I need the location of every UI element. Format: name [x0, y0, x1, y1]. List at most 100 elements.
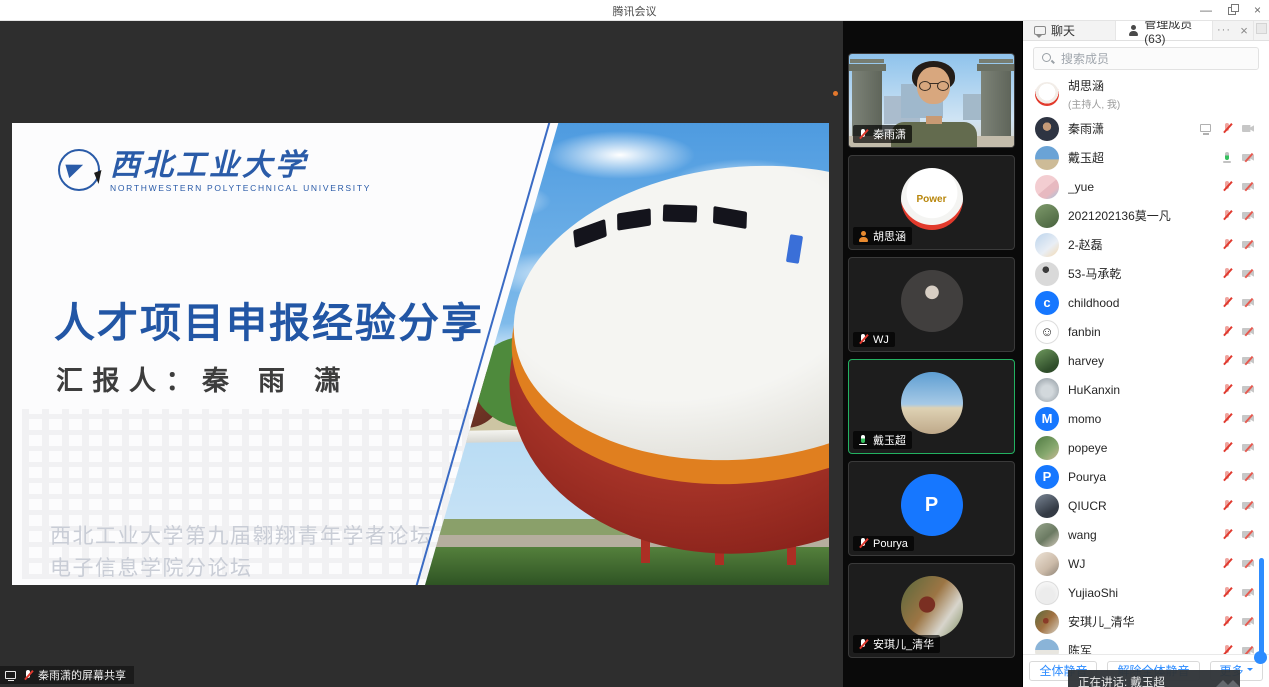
mic-on-icon[interactable] [1220, 151, 1234, 164]
member-status-icons [1220, 586, 1255, 599]
cam-off-icon[interactable] [1241, 499, 1255, 512]
participant-label: 胡思涵 [853, 227, 912, 245]
mic-off-icon[interactable] [1220, 441, 1234, 454]
member-search-box[interactable] [1033, 47, 1259, 70]
member-row[interactable]: 胡思涵 (主持人, 我) [1023, 74, 1269, 114]
member-row[interactable]: harvey [1023, 346, 1269, 375]
mic-off-icon[interactable] [1220, 528, 1234, 541]
mic-off-icon [856, 333, 870, 346]
mic-off-icon[interactable] [1220, 412, 1234, 425]
mic-off-icon [856, 537, 870, 550]
mic-off-icon[interactable] [1220, 180, 1234, 193]
participant-avatar [901, 576, 963, 638]
member-row[interactable]: WJ [1023, 549, 1269, 578]
avatar [1035, 581, 1059, 605]
member-row[interactable]: P Pourya [1023, 462, 1269, 491]
mic-off-icon[interactable] [1220, 499, 1234, 512]
cam-off-icon[interactable] [1241, 180, 1255, 193]
close-window-button[interactable]: × [1254, 0, 1261, 20]
tab-members[interactable]: 管理成员(63) [1116, 20, 1213, 40]
cam-off-icon[interactable] [1241, 209, 1255, 222]
mic-off-icon [856, 638, 870, 651]
member-row[interactable]: popeye [1023, 433, 1269, 462]
panel-close-button[interactable]: × [1235, 20, 1253, 40]
mic-off-icon[interactable] [1220, 209, 1234, 222]
tab-chat[interactable]: 聊天 [1023, 20, 1116, 40]
member-list-scrollbar-handle[interactable] [1254, 651, 1267, 664]
mic-off-icon[interactable] [1220, 354, 1234, 367]
member-list-scrollbar[interactable] [1259, 558, 1264, 658]
member-row[interactable]: 陈军 [1023, 636, 1269, 654]
avatar: M [1035, 407, 1059, 431]
cam-off-icon[interactable] [1241, 615, 1255, 628]
cam-off-icon[interactable] [1241, 557, 1255, 570]
avatar [1035, 117, 1059, 141]
member-row[interactable]: M momo [1023, 404, 1269, 433]
member-row[interactable]: 秦雨潇 [1023, 114, 1269, 143]
mic-off-icon[interactable] [1220, 383, 1234, 396]
member-status-icons [1220, 180, 1255, 193]
scroll-corner-icon[interactable] [1256, 23, 1267, 34]
mic-off-icon[interactable] [1220, 615, 1234, 628]
mic-off-icon[interactable] [1220, 325, 1234, 338]
cam-off-icon[interactable] [1241, 586, 1255, 599]
member-row[interactable]: QIUCR [1023, 491, 1269, 520]
member-row[interactable]: HuKanxin [1023, 375, 1269, 404]
search-input[interactable] [1059, 51, 1251, 67]
screen-icon[interactable] [1199, 122, 1213, 135]
slide-footer: 西北工业大学第九届翱翔青年学者论坛 电子信息学院分论坛 [50, 521, 433, 585]
cam-off-icon[interactable] [1241, 528, 1255, 541]
cam-off-icon[interactable] [1241, 644, 1255, 654]
mic-off-icon[interactable] [1220, 557, 1234, 570]
speaking-toast: 正在讲话: 戴玉超 [1068, 670, 1240, 687]
mic-off-icon[interactable] [1220, 122, 1234, 135]
cam-off-icon[interactable] [1241, 238, 1255, 251]
chat-icon [1033, 24, 1047, 37]
participant-avatar: P [901, 474, 963, 536]
mic-off-icon[interactable] [1220, 238, 1234, 251]
cam-off-icon[interactable] [1241, 412, 1255, 425]
mic-off-icon[interactable] [1220, 586, 1234, 599]
minimize-button[interactable]: — [1200, 0, 1212, 20]
member-name: _yue [1068, 180, 1220, 194]
member-name: 胡思涵 [1068, 77, 1255, 94]
video-tile[interactable]: WJ [848, 257, 1015, 352]
member-row[interactable]: 53-马承乾 [1023, 259, 1269, 288]
cam-off-icon[interactable] [1241, 383, 1255, 396]
slide-presenter: 汇 报 人 ： 秦 雨 潇 [56, 359, 342, 398]
cam-off-icon[interactable] [1241, 296, 1255, 309]
member-status-icons [1220, 644, 1255, 654]
video-tile[interactable]: Power胡思涵 [848, 155, 1015, 250]
cam-off-icon[interactable] [1241, 151, 1255, 164]
avatar-text: P [925, 494, 938, 517]
cam-off-icon[interactable] [1241, 354, 1255, 367]
member-status-icons [1220, 209, 1255, 222]
member-row[interactable]: _yue [1023, 172, 1269, 201]
member-row[interactable]: YujiaoShi [1023, 578, 1269, 607]
member-row[interactable]: c childhood [1023, 288, 1269, 317]
member-row[interactable]: 安琪儿_清华 [1023, 607, 1269, 636]
member-list: 胡思涵 (主持人, 我) 秦雨潇 戴玉超 _yue 2021202136莫一凡 [1023, 74, 1269, 654]
mic-off-icon[interactable] [1220, 644, 1234, 654]
mic-off-icon[interactable] [1220, 267, 1234, 280]
member-row[interactable]: ☺ fanbin [1023, 317, 1269, 346]
member-row[interactable]: 2-赵磊 [1023, 230, 1269, 259]
video-tile[interactable]: PPourya [848, 461, 1015, 556]
panel-more-button[interactable]: ··· [1213, 20, 1235, 40]
cam-off-icon[interactable] [1241, 267, 1255, 280]
cam-off-icon[interactable] [1241, 325, 1255, 338]
mic-off-icon[interactable] [1220, 470, 1234, 483]
member-row[interactable]: 戴玉超 [1023, 143, 1269, 172]
video-tile[interactable]: 戴玉超 [848, 359, 1015, 454]
video-tile[interactable]: 秦雨潇 [848, 53, 1015, 148]
restore-button[interactable] [1228, 0, 1238, 20]
member-row[interactable]: wang [1023, 520, 1269, 549]
member-row[interactable]: 2021202136莫一凡 [1023, 201, 1269, 230]
avatar [1035, 494, 1059, 518]
mic-off-icon[interactable] [1220, 296, 1234, 309]
cam-off-icon[interactable] [1241, 441, 1255, 454]
cam-icon[interactable] [1241, 122, 1255, 135]
cam-off-icon[interactable] [1241, 470, 1255, 483]
avatar [1035, 233, 1059, 257]
video-tile[interactable]: 安琪儿_清华 [848, 563, 1015, 658]
